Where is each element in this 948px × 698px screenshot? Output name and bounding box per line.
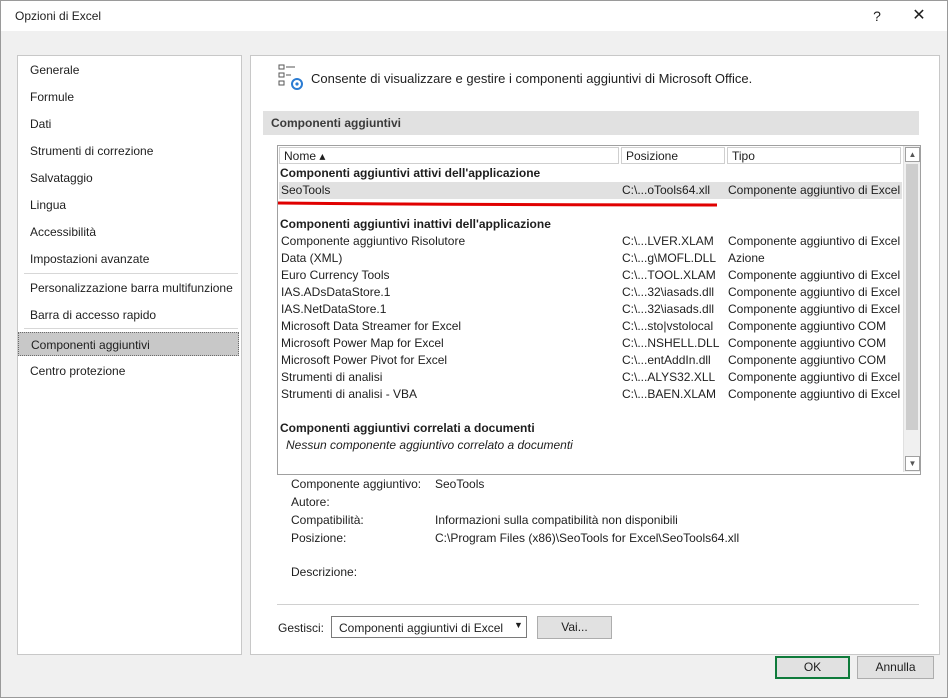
addin-type: Componente aggiuntivo di Excel [728,234,901,248]
list-scrollbar[interactable]: ▲ ▼ [903,146,920,472]
table-row[interactable]: Componente aggiuntivo Risolutore C:\...L… [279,233,902,250]
section-header: Componenti aggiuntivi [263,111,919,135]
addin-location: C:\...32\iasads.dll [622,302,715,316]
table-row[interactable]: Data (XML) C:\...g\MOFL.DLL Azione [279,250,902,267]
addin-name: Microsoft Data Streamer for Excel [281,319,462,333]
addin-location: C:\...NSHELL.DLL [622,336,720,350]
addin-name: Microsoft Power Map for Excel [281,336,444,350]
detail-publisher-label: Autore: [291,495,330,509]
detail-addin-label: Componente aggiuntivo: [291,477,422,491]
cancel-button[interactable]: Annulla [857,656,934,679]
addin-location: C:\...TOOL.XLAM [622,268,716,282]
addin-name: Data (XML) [281,251,343,265]
divider [277,604,919,605]
annotation-underline [277,201,718,207]
chevron-down-icon: ▼ [514,620,523,630]
scroll-thumb[interactable] [906,164,918,430]
addin-location: C:\...g\MOFL.DLL [622,251,717,265]
table-row[interactable]: Microsoft Power Pivot for Excel C:\...en… [279,352,902,369]
group-document-addins: Componenti aggiuntivi correlati a docume… [280,421,535,435]
nav-item-accessibilita[interactable]: Accessibilità [18,220,239,244]
table-row[interactable]: IAS.NetDataStore.1 C:\...32\iasads.dll C… [279,301,902,318]
addin-name: Strumenti di analisi [281,370,383,384]
column-header-type[interactable]: Tipo [727,147,901,164]
addin-name: IAS.ADsDataStore.1 [281,285,391,299]
nav-item-barra-accesso-rapido[interactable]: Barra di accesso rapido [18,303,239,327]
addin-name: IAS.NetDataStore.1 [281,302,387,316]
nav-item-centro-protezione[interactable]: Centro protezione [18,359,239,383]
detail-description-label: Descrizione: [291,565,358,579]
table-row[interactable]: Strumenti di analisi C:\...ALYS32.XLL Co… [279,369,902,386]
go-button[interactable]: Vai... [537,616,612,639]
group-inactive-addins: Componenti aggiuntivi inattivi dell'appl… [280,217,551,231]
empty-document-addins: Nessun componente aggiuntivo correlato a… [286,438,573,452]
column-header-name[interactable]: Nome ▴ [279,147,619,164]
nav-item-generale[interactable]: Generale [18,58,239,82]
table-row[interactable]: IAS.ADsDataStore.1 C:\...32\iasads.dll C… [279,284,902,301]
addin-name: Euro Currency Tools [281,268,390,282]
category-nav: Generale Formule Dati Strumenti di corre… [17,55,242,655]
addin-location: C:\...BAEN.XLAM [622,387,717,401]
addin-type: Componente aggiuntivo di Excel [728,268,901,282]
addin-location: C:\...ALYS32.XLL [622,370,716,384]
addin-type: Componente aggiuntivo COM [728,319,887,333]
manage-dropdown-value: Componenti aggiuntivi di Excel [339,621,504,635]
addin-type: Componente aggiuntivo COM [728,336,887,350]
nav-item-formule[interactable]: Formule [18,85,239,109]
addin-type: Componente aggiuntivo di Excel [728,285,901,299]
nav-item-salvataggio[interactable]: Salvataggio [18,166,239,190]
section-title: Componenti aggiuntivi [271,116,401,130]
nav-item-strumenti-correzione[interactable]: Strumenti di correzione [18,139,239,163]
addin-name: Strumenti di analisi - VBA [281,387,418,401]
window-title: Opzioni di Excel [15,9,102,23]
addin-type: Componente aggiuntivo di Excel [728,183,901,197]
table-row[interactable]: Strumenti di analisi - VBA C:\...BAEN.XL… [279,386,902,403]
addins-gear-icon [278,64,303,90]
addin-type: Componente aggiuntivo COM [728,353,887,367]
table-row[interactable]: SeoTools C:\...oTools64.xll Componente a… [279,182,902,199]
addin-location: C:\...32\iasads.dll [622,285,715,299]
detail-compat-value: Informazioni sulla compatibilità non dis… [435,513,678,527]
nav-item-dati[interactable]: Dati [18,112,239,136]
addins-list[interactable]: Nome ▴ Posizione Tipo Componenti aggiunt… [277,145,921,475]
close-icon[interactable]: ✕ [909,6,929,26]
nav-item-impostazioni-avanzate[interactable]: Impostazioni avanzate [18,247,239,271]
nav-item-lingua[interactable]: Lingua [18,193,239,217]
detail-compat-label: Compatibilità: [291,513,364,527]
excel-options-dialog: Opzioni di Excel ? ✕ Generale Formule Da… [0,0,948,698]
scroll-down-icon[interactable]: ▼ [905,456,920,471]
addin-location: C:\...sto|vstolocal [622,319,714,333]
addin-name: Microsoft Power Pivot for Excel [281,353,448,367]
addin-name: SeoTools [281,183,331,197]
nav-divider [24,273,238,274]
table-row[interactable]: Microsoft Power Map for Excel C:\...NSHE… [279,335,902,352]
detail-location-value: C:\Program Files (x86)\SeoTools for Exce… [435,531,740,545]
manage-label: Gestisci: [278,621,325,635]
column-header-location[interactable]: Posizione [621,147,725,164]
addin-type: Componente aggiuntivo di Excel [728,370,901,384]
table-row[interactable]: Microsoft Data Streamer for Excel C:\...… [279,318,902,335]
panel-description: Consente di visualizzare e gestire i com… [311,71,753,86]
addin-type: Azione [728,251,765,265]
addin-type: Componente aggiuntivo di Excel [728,302,901,316]
group-active-addins: Componenti aggiuntivi attivi dell'applic… [280,166,541,180]
scroll-up-icon[interactable]: ▲ [905,147,920,162]
nav-item-componenti-aggiuntivi[interactable]: Componenti aggiuntivi [18,332,239,356]
addin-location: C:\...oTools64.xll [622,183,711,197]
detail-addin-value: SeoTools [435,477,485,491]
ok-button[interactable]: OK [775,656,850,679]
addin-type: Componente aggiuntivo di Excel [728,387,901,401]
title-bar: Opzioni di Excel ? ✕ [1,1,947,31]
nav-divider [24,328,238,329]
addin-location: C:\...entAddIn.dll [622,353,711,367]
detail-location-label: Posizione: [291,531,347,545]
addin-name: Componente aggiuntivo Risolutore [281,234,466,248]
manage-dropdown[interactable]: Componenti aggiuntivi di Excel ▼ [331,616,527,638]
nav-item-personalizzazione-barra[interactable]: Personalizzazione barra multifunzione [18,276,239,300]
table-row[interactable]: Euro Currency Tools C:\...TOOL.XLAM Comp… [279,267,902,284]
help-icon[interactable]: ? [867,6,887,26]
addin-location: C:\...LVER.XLAM [622,234,714,248]
